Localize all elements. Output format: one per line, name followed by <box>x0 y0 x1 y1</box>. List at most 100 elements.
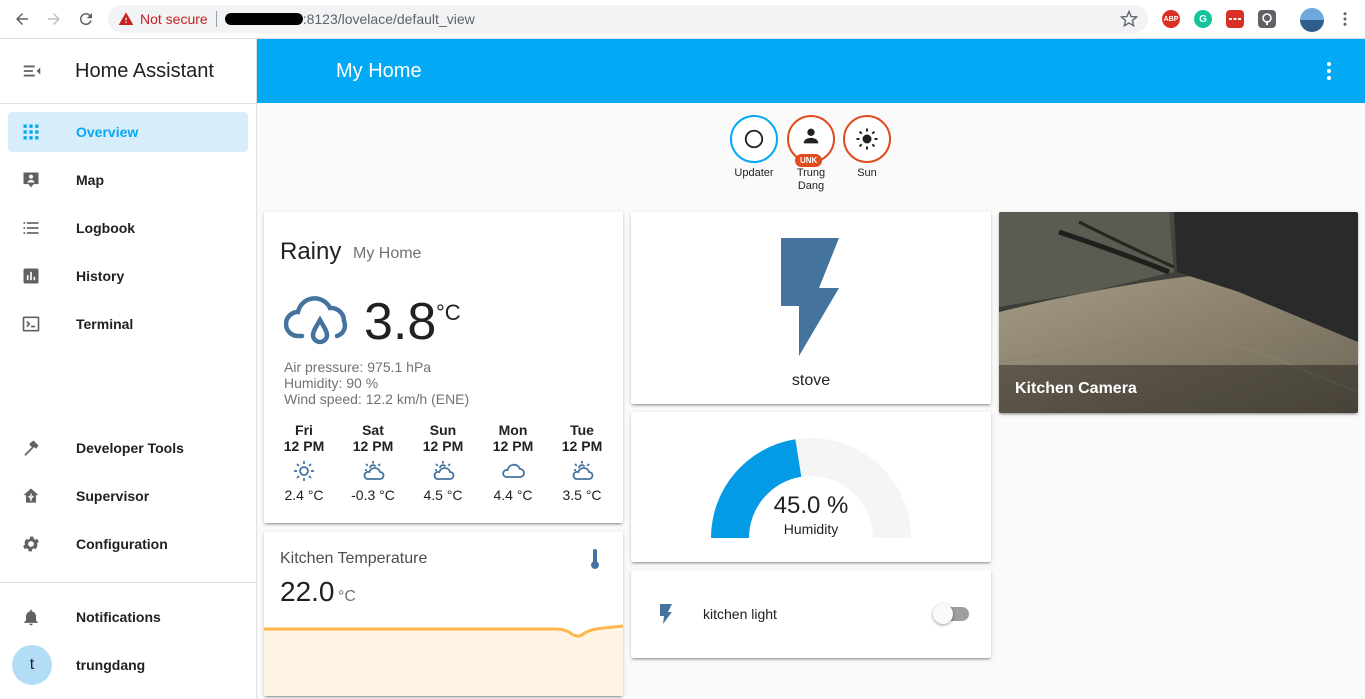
forecast-time: 12 PM <box>283 438 325 454</box>
badge-circle <box>843 115 891 163</box>
entity-name[interactable]: kitchen light <box>703 606 777 622</box>
light-toggle-knob[interactable] <box>933 604 953 624</box>
badge-label: Trung Dang <box>796 167 826 192</box>
kitchen-light-card: kitchen light <box>631 570 991 658</box>
badge-sun[interactable]: Sun <box>842 115 892 180</box>
forecast-item: Sat 12 PM -0.3 °C <box>343 422 403 503</box>
bookmark-star-icon[interactable] <box>1120 10 1138 28</box>
separator <box>215 11 217 27</box>
badge-trung-dang[interactable]: UNK Trung Dang <box>786 115 836 193</box>
sidebar-item-map[interactable]: Map <box>8 160 248 200</box>
weather-attribute: Wind speed: 12.2 km/h (ENE) <box>284 391 470 407</box>
menu-collapse-icon[interactable] <box>21 60 43 82</box>
forecast-temp: 4.5 °C <box>423 487 463 503</box>
forecast-day: Mon <box>498 422 528 438</box>
forecast-temp: -0.3 °C <box>351 487 395 503</box>
weather-unit: °C <box>436 300 461 325</box>
thermometer-icon <box>591 549 599 569</box>
forecast-item: Fri 12 PM 2.4 °C <box>274 422 334 503</box>
sidebar-item-label: Terminal <box>76 316 134 332</box>
stove-card[interactable]: stove <box>631 212 991 404</box>
badge-updater[interactable]: Updater <box>729 115 779 180</box>
arrow-right-icon <box>48 13 60 25</box>
sidebar-header: Home Assistant <box>0 39 256 104</box>
adblock-extension-icon[interactable]: ABP <box>1162 10 1180 28</box>
sidebar-item-terminal[interactable]: Terminal <box>8 304 248 344</box>
badge-label: Updater <box>734 167 774 179</box>
sidebar-item-label: Notifications <box>76 609 161 625</box>
extension-icon[interactable] <box>1226 10 1244 28</box>
rainy-icon <box>284 296 348 345</box>
weather-card[interactable]: Rainy My Home 3.8 °C Air pressure: 975.1… <box>264 212 623 523</box>
reload-icon <box>79 13 92 26</box>
stove-label: stove <box>791 372 831 389</box>
sidebar-item-notifications[interactable]: Notifications <box>8 597 248 637</box>
kitchen-camera-card[interactable]: Kitchen Camera <box>999 212 1358 413</box>
weather-location: My Home <box>353 245 422 262</box>
forecast-time: 12 PM <box>561 438 603 454</box>
app-header: My Home <box>257 39 1365 103</box>
partly-cloudy-icon <box>363 461 385 480</box>
forecast-day: Tue <box>570 422 594 438</box>
forecast-temp: 4.4 °C <box>493 487 533 503</box>
kitchen-temperature-card[interactable]: Kitchen Temperature 22.0 °C <box>264 532 623 696</box>
forecast-day: Sun <box>429 422 457 438</box>
reload-button[interactable] <box>70 3 102 35</box>
badge-label: Sun <box>857 167 877 179</box>
chart-icon <box>20 265 42 287</box>
forward-button[interactable] <box>38 3 70 35</box>
sidebar-title: Home Assistant <box>75 59 214 82</box>
sidebar-item-supervisor[interactable]: Supervisor <box>8 476 248 516</box>
sunny-icon <box>294 461 314 481</box>
gauge-label: Humidity <box>783 521 839 537</box>
gear-icon <box>20 533 42 555</box>
forecast-time: 12 PM <box>352 438 394 454</box>
sidebar-item-label: Logbook <box>76 220 136 236</box>
weather-temperature: 3.8 <box>364 293 437 351</box>
page-title: My Home <box>336 59 422 82</box>
back-button[interactable] <box>6 3 38 35</box>
forecast-item: Tue 12 PM 3.5 °C <box>552 422 612 503</box>
arrow-left-icon <box>16 13 28 25</box>
sidebar-item-label: Configuration <box>76 536 168 552</box>
status-badge: UNK <box>795 154 823 167</box>
weather-condition: Rainy <box>280 238 342 265</box>
sidebar-item-label: Overview <box>76 124 139 140</box>
sidebar-item-logbook[interactable]: Logbook <box>8 208 248 248</box>
forecast-day: Fri <box>295 422 313 438</box>
sidebar-divider <box>0 582 256 583</box>
forecast-temp: 3.5 °C <box>562 487 602 503</box>
sidebar-item-configuration[interactable]: Configuration <box>8 524 248 564</box>
grammarly-extension-icon[interactable]: G <box>1194 10 1212 28</box>
list-icon <box>20 217 42 239</box>
map-icon <box>20 169 42 191</box>
camera-caption: Kitchen Camera <box>999 365 1358 413</box>
hammer-icon <box>20 437 42 459</box>
sidebar-item-user[interactable]: t trungdang <box>8 645 248 685</box>
user-name: trungdang <box>76 657 146 673</box>
sensor-value: 22.0 <box>280 576 335 607</box>
humidity-gauge-card[interactable]: 45.0 % Humidity <box>631 412 991 562</box>
partly-cloudy-icon <box>572 461 594 480</box>
avatar: t <box>12 645 52 685</box>
flash-icon <box>781 238 839 356</box>
more-options-icon[interactable] <box>1317 59 1341 83</box>
flash-icon[interactable] <box>659 603 673 625</box>
sidebar-item-label: Developer Tools <box>76 440 184 456</box>
temperature-sparkline <box>264 624 623 696</box>
keeper-extension-icon[interactable] <box>1258 10 1276 28</box>
warning-icon <box>118 12 134 25</box>
not-secure-label: Not secure <box>140 11 208 27</box>
sidebar-item-developer-tools[interactable]: Developer Tools <box>8 428 248 468</box>
profile-avatar[interactable] <box>1300 8 1324 32</box>
sidebar-item-history[interactable]: History <box>8 256 248 296</box>
sidebar-item-overview[interactable]: Overview <box>8 112 248 152</box>
grid-icon <box>20 121 42 143</box>
sensor-name: Kitchen Temperature <box>280 550 428 567</box>
sidebar: Home Assistant Overview Map Logbook Hist… <box>0 39 257 699</box>
weather-attribute: Air pressure: 975.1 hPa <box>284 359 432 375</box>
address-bar[interactable]: Not secure :8123/lovelace/default_view <box>108 5 1148 33</box>
weather-attribute: Humidity: 90 % <box>284 375 379 391</box>
browser-menu-icon[interactable] <box>1336 10 1354 28</box>
badge-circle <box>730 115 778 163</box>
